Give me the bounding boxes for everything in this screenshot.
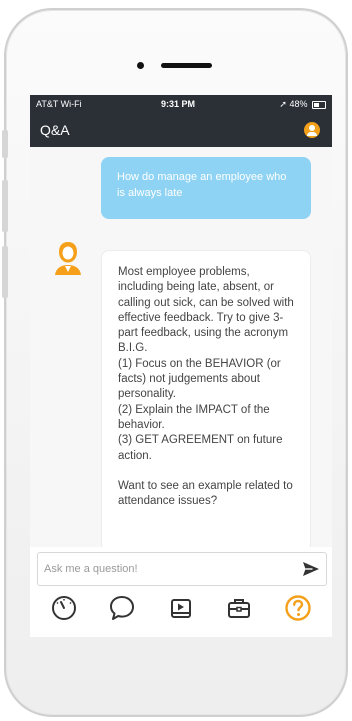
tab-bar [30, 587, 332, 629]
clock: 9:31 PM [161, 99, 196, 109]
chat-thread[interactable]: How do manage an employee who is always … [30, 147, 332, 547]
location-icon: ➚ [279, 99, 287, 109]
battery-icon [312, 100, 326, 109]
assistant-message-bubble: Most employee problems, including being … [101, 250, 311, 547]
battery-status: ➚ 48% [279, 99, 326, 110]
mute-switch [2, 130, 8, 158]
volume-up-button [2, 180, 8, 232]
user-message-bubble: How do manage an employee who is always … [101, 157, 311, 219]
send-icon[interactable] [302, 560, 320, 578]
front-camera [137, 62, 144, 69]
earpiece-speaker [161, 63, 212, 68]
assistant-avatar-icon [55, 242, 81, 275]
volume-down-button [2, 246, 8, 298]
gauge-icon[interactable] [50, 594, 78, 622]
question-icon[interactable] [284, 594, 312, 622]
toolbox-icon[interactable] [225, 594, 253, 622]
question-input-bar [37, 552, 327, 586]
app-screen: AT&T Wi-Fi 9:31 PM ➚ 48% Q&A How do mana… [30, 95, 332, 637]
carrier-label: AT&T Wi-Fi [36, 99, 82, 109]
app-header: Q&A [30, 113, 332, 147]
status-bar: AT&T Wi-Fi 9:31 PM ➚ 48% [30, 95, 332, 113]
video-play-icon[interactable] [167, 594, 195, 622]
page-title: Q&A [40, 122, 70, 138]
user-avatar-icon[interactable] [304, 122, 320, 138]
chat-bubble-icon[interactable] [108, 594, 136, 622]
battery-percent: 48% [289, 99, 308, 109]
question-input[interactable] [42, 553, 286, 585]
